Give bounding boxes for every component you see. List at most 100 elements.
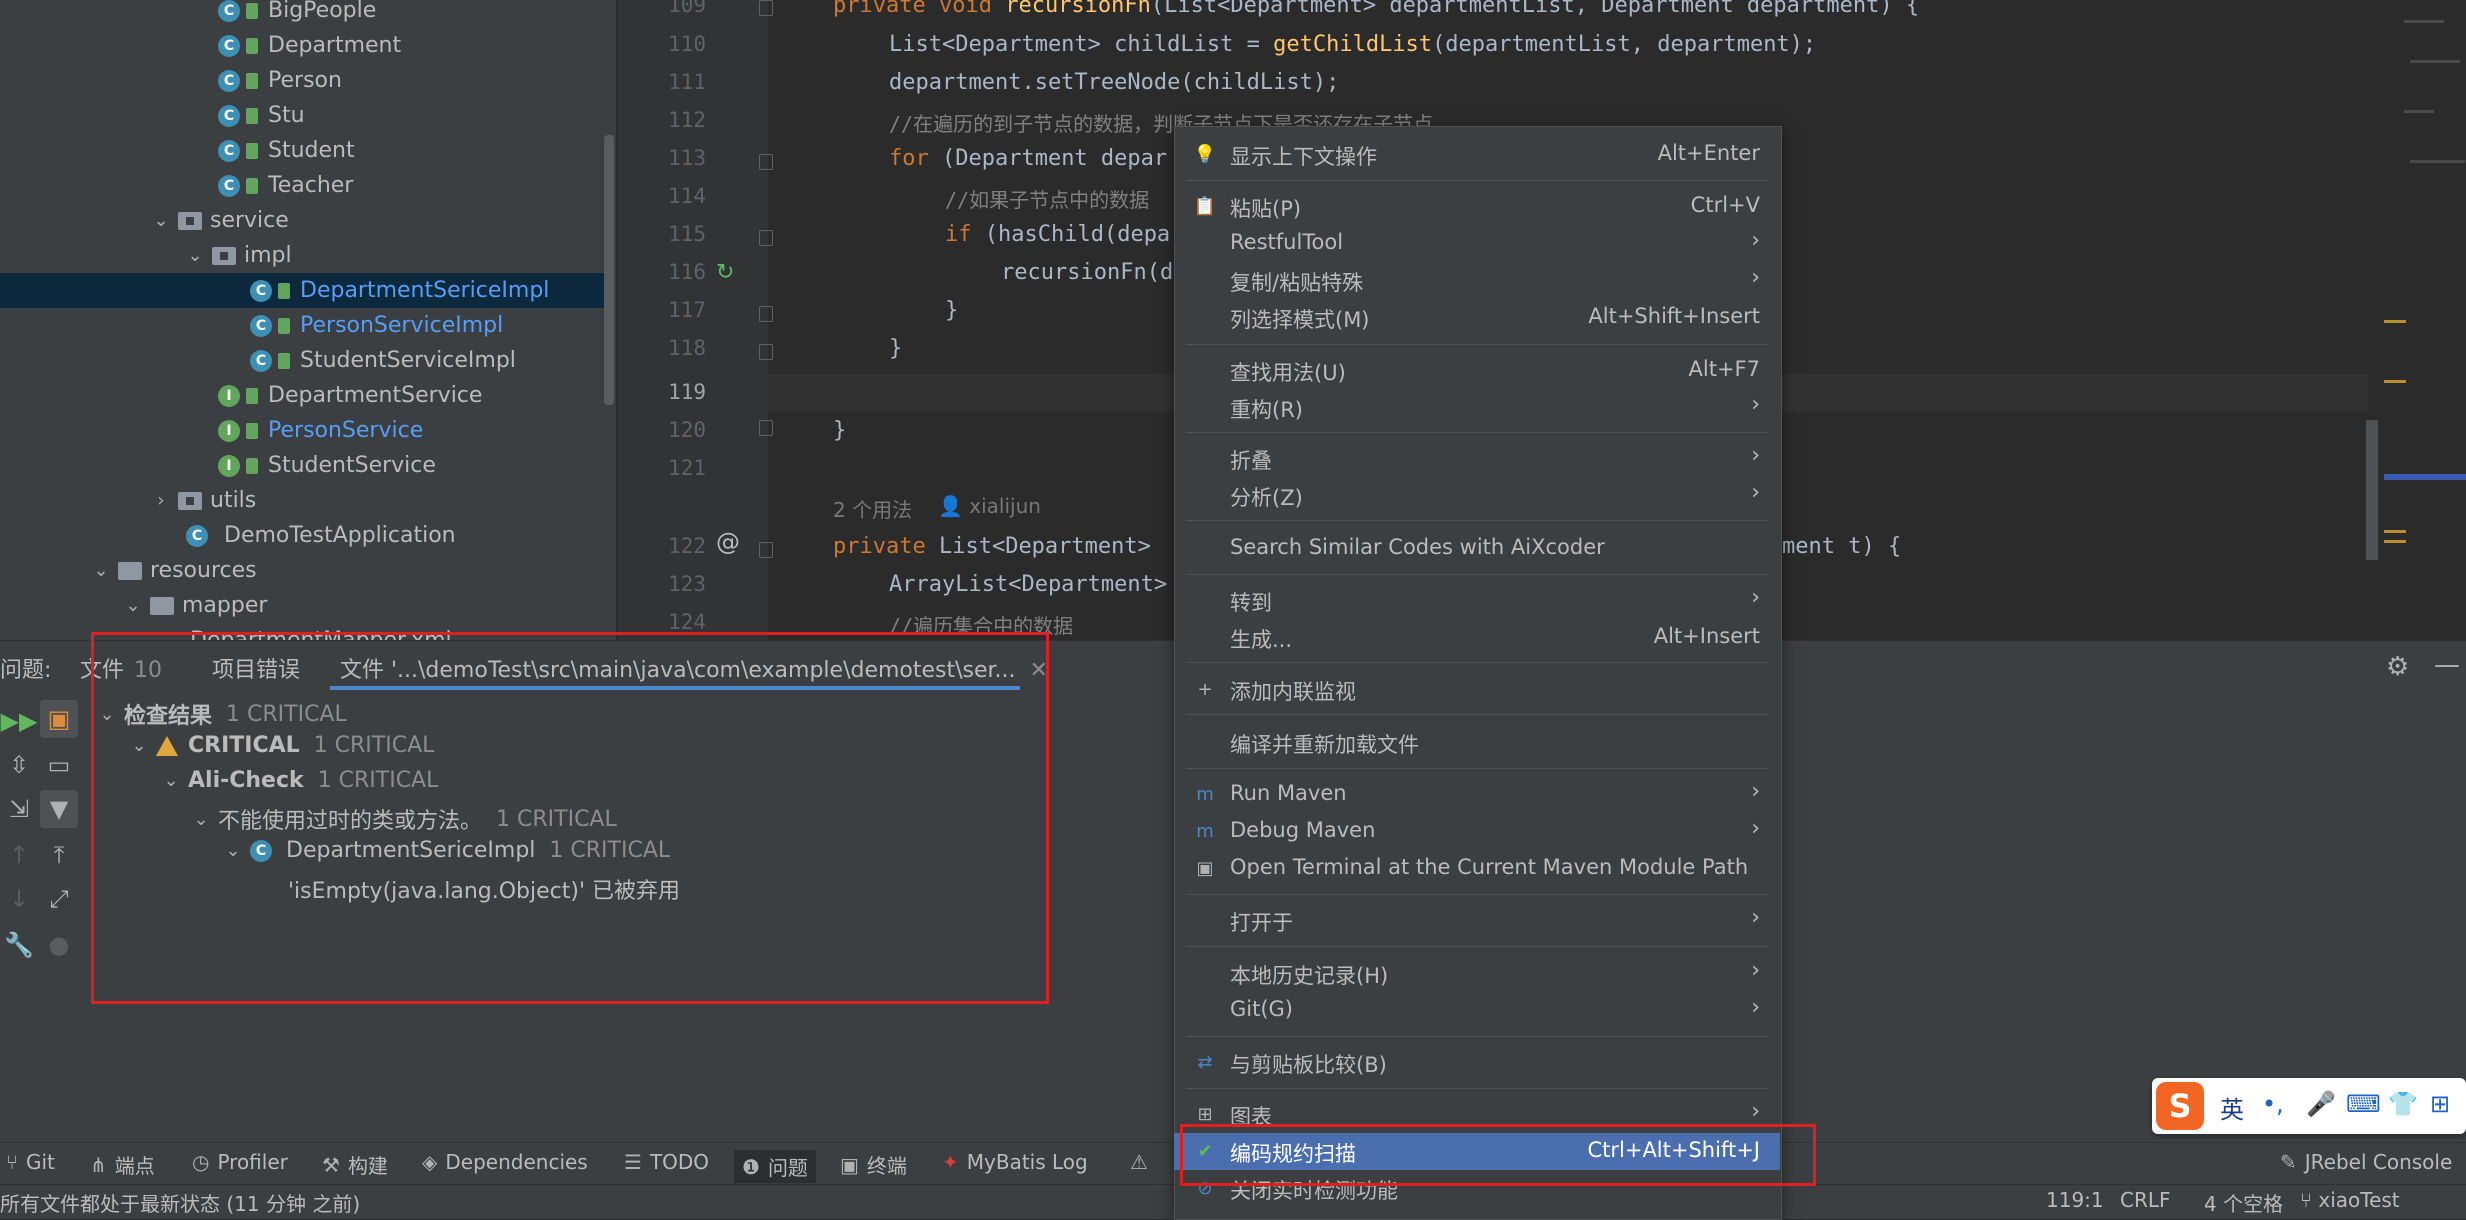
menu-copy-paste-special[interactable]: 复制/粘贴特殊 › <box>1174 262 1780 299</box>
tool-label: 端点 <box>114 1154 155 1178</box>
chevron-right-icon[interactable]: › <box>150 490 172 511</box>
tree-item[interactable]: C BigPeople <box>218 0 376 28</box>
line-separator[interactable]: CRLF <box>2120 1188 2171 1212</box>
sogou-logo-icon[interactable]: S <box>2156 1082 2204 1130</box>
tree-item[interactable]: C Teacher <box>218 168 353 203</box>
run-inspection-icon[interactable]: ▶▶ <box>0 702 38 740</box>
menu-folding[interactable]: 折叠 › <box>1174 440 1780 477</box>
fold-marker[interactable] <box>759 344 773 360</box>
menu-local-history[interactable]: 本地历史记录(H) › <box>1174 955 1780 992</box>
tool-todo[interactable]: ☰ TODO <box>624 1150 709 1174</box>
tree-item[interactable]: ⌄ resources <box>90 553 256 588</box>
status-message[interactable]: 所有文件都处于最新状态 (11 分钟 之前) <box>0 1188 360 1217</box>
autoscroll-icon[interactable]: ⤢ <box>40 880 78 918</box>
usage-hint[interactable]: 2 个用法 <box>833 494 912 523</box>
tree-item[interactable]: C Department <box>218 28 401 63</box>
tool-problems[interactable]: ❶ 问题 <box>734 1150 816 1183</box>
export-icon[interactable]: ⤒ <box>40 836 78 874</box>
minimize-icon[interactable]: — <box>2434 650 2460 680</box>
menu-run-maven[interactable]: m Run Maven › <box>1174 776 1780 813</box>
menu-debug-maven[interactable]: m Debug Maven › <box>1174 813 1780 850</box>
fold-marker[interactable] <box>759 154 773 170</box>
menu-label: RestfulTool <box>1230 230 1344 254</box>
tool-endpoints[interactable]: ⋔ 端点 <box>90 1150 155 1179</box>
tree-item[interactable]: C DemoTestApplication <box>186 518 456 553</box>
wrench-icon[interactable]: 🔧 <box>0 926 38 964</box>
menu-generate[interactable]: 生成... Alt+Insert <box>1174 619 1780 656</box>
tool-jrebel-console[interactable]: ✎ JRebel Console <box>2280 1150 2452 1174</box>
menu-search-similar-codes[interactable]: Search Similar Codes with AiXcoder <box>1174 530 1780 567</box>
menu-compare-clipboard[interactable]: ⇄ 与剪贴板比较(B) <box>1174 1044 1780 1081</box>
menu-open-terminal-maven[interactable]: ▣ Open Terminal at the Current Maven Modu… <box>1174 850 1780 887</box>
group-by-severity-icon[interactable]: ▣ <box>40 700 78 738</box>
hammer-icon: ⚒ <box>322 1152 340 1177</box>
chevron-down-icon[interactable]: ⌄ <box>184 245 206 266</box>
menu-show-context-actions[interactable]: 💡 显示上下文操作 Alt+Enter <box>1174 136 1780 173</box>
minimap-line <box>2404 110 2434 113</box>
tree-item[interactable]: I DepartmentService <box>218 378 482 413</box>
indent-setting[interactable]: 4 个空格 <box>2204 1188 2283 1217</box>
up-arrow-icon[interactable]: ↑ <box>0 836 38 874</box>
tree-item[interactable]: ⌄ impl <box>184 238 291 273</box>
ime-mode[interactable]: 英 <box>2220 1090 2244 1125</box>
code-token: if <box>945 222 985 247</box>
fold-marker[interactable] <box>759 230 773 246</box>
minimap[interactable] <box>2396 0 2466 640</box>
menu-add-inline-watch[interactable]: + 添加内联监视 <box>1174 671 1780 708</box>
tool-profiler[interactable]: ◷ Profiler <box>192 1150 288 1174</box>
tree-item[interactable]: C StudentServiceImpl <box>250 343 516 378</box>
tool-terminal[interactable]: ▣ 终端 <box>840 1150 907 1179</box>
menu-column-selection[interactable]: 列选择模式(M) Alt+Shift+Insert <box>1174 299 1780 336</box>
down-arrow-icon[interactable]: ↓ <box>0 880 38 918</box>
tree-item[interactable]: C Student <box>218 133 355 168</box>
author-hint[interactable]: 👤 xialijun <box>938 494 1041 518</box>
menu-restfultool[interactable]: RestfulTool › <box>1174 225 1780 262</box>
keyboard-icon[interactable]: ⌨ <box>2346 1090 2381 1118</box>
tool-dependencies[interactable]: ◈ Dependencies <box>422 1150 588 1174</box>
git-branch[interactable]: ⑂ xiaoTest <box>2300 1188 2400 1212</box>
tree-item[interactable]: I PersonService <box>218 413 423 448</box>
filter-icon[interactable]: ▼ <box>40 790 78 828</box>
menu-compile-reload[interactable]: 编译并重新加载文件 <box>1174 724 1780 761</box>
annotation-icon[interactable]: @ <box>716 528 740 556</box>
menu-git[interactable]: Git(G) › <box>1174 992 1780 1029</box>
collapse-all-icon[interactable]: ⇲ <box>0 790 38 828</box>
menu-open-in[interactable]: 打开于 › <box>1174 902 1780 939</box>
chevron-down-icon[interactable]: ⌄ <box>90 560 112 581</box>
menu-refactor[interactable]: 重构(R) › <box>1174 389 1780 426</box>
tool-mybatis-log[interactable]: ✦ MyBatis Log <box>942 1150 1088 1174</box>
chevron-down-icon[interactable]: ⌄ <box>122 595 144 616</box>
tree-item[interactable]: I StudentService <box>218 448 436 483</box>
microphone-icon[interactable]: 🎤 <box>2306 1090 2336 1118</box>
fold-marker[interactable] <box>759 420 773 436</box>
toolbox-icon[interactable]: ⊞ <box>2430 1090 2450 1118</box>
fold-marker[interactable] <box>759 306 773 322</box>
gear-icon[interactable]: ⚙ <box>2386 652 2409 682</box>
preview-icon[interactable]: ▭ <box>40 746 78 784</box>
fold-marker[interactable] <box>759 0 773 16</box>
chevron-down-icon[interactable]: ⌄ <box>150 210 172 231</box>
menu-goto[interactable]: 转到 › <box>1174 582 1780 619</box>
lightbulb-icon[interactable]: ● <box>40 926 78 964</box>
menu-find-usages[interactable]: 查找用法(U) Alt+F7 <box>1174 352 1780 389</box>
menu-paste[interactable]: 📋 粘贴(P) Ctrl+V <box>1174 188 1780 225</box>
tree-item[interactable]: C Person <box>218 63 342 98</box>
tool-alert[interactable]: ⚠ <box>1130 1150 1156 1174</box>
recursive-call-icon[interactable]: ↻ <box>716 260 734 285</box>
tool-git[interactable]: ⑂ Git <box>6 1150 55 1174</box>
ime-punct[interactable]: •, <box>2262 1090 2284 1118</box>
tree-item[interactable]: ⌄ mapper <box>122 588 267 623</box>
caret-position[interactable]: 119:1 <box>2046 1188 2104 1212</box>
expand-all-icon[interactable]: ⇳ <box>0 746 38 784</box>
tree-item[interactable]: ⌄ service <box>150 203 288 238</box>
editor-scrollbar[interactable] <box>2366 420 2378 560</box>
project-scrollbar[interactable] <box>604 135 614 405</box>
skin-shirt-icon[interactable]: 👕 <box>2388 1090 2418 1118</box>
tool-build[interactable]: ⚒ 构建 <box>322 1150 388 1179</box>
tree-item[interactable]: › utils <box>150 483 256 518</box>
tree-item-selected[interactable]: C DepartmentSericeImpl <box>0 273 604 308</box>
fold-marker[interactable] <box>759 542 773 558</box>
tree-item[interactable]: C Stu <box>218 98 305 133</box>
tree-item[interactable]: C PersonServiceImpl <box>250 308 503 343</box>
menu-analyze[interactable]: 分析(Z) › <box>1174 477 1780 514</box>
